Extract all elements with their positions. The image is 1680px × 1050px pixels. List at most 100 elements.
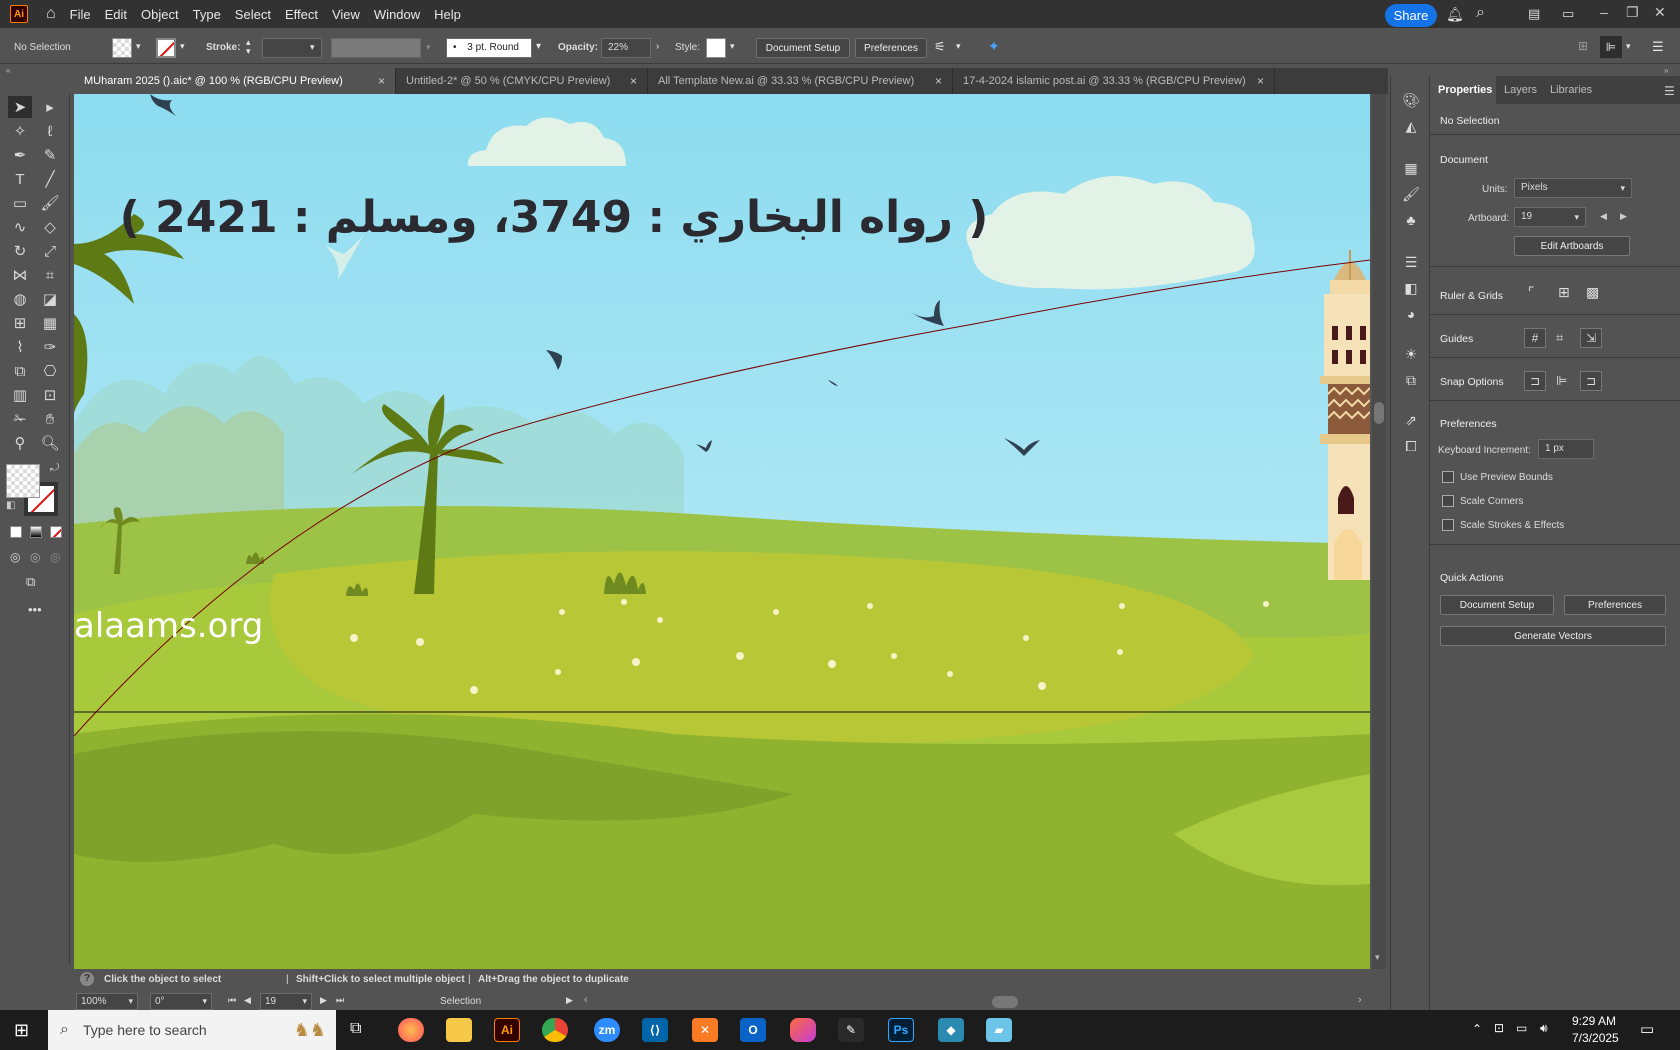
graphic-styles-icon[interactable]: ⧉	[1401, 370, 1421, 390]
width-tool-icon[interactable]: ⋈	[8, 264, 32, 286]
qa-document-setup-button[interactable]: Document Setup	[1440, 595, 1554, 615]
grid-icon[interactable]: ⊞	[1558, 284, 1570, 301]
type-tool-icon[interactable]: T	[8, 168, 32, 190]
windows-start-icon[interactable]: ⊞	[14, 1020, 29, 1041]
curvature-tool-icon[interactable]: ✎	[38, 144, 62, 166]
tab-libraries[interactable]: Libraries	[1550, 84, 1592, 96]
clock-time[interactable]: 9:29 AM	[1572, 1014, 1616, 1028]
arrange-icon[interactable]: ▭	[1562, 6, 1574, 22]
zoom-app-icon[interactable]: zm	[594, 1018, 620, 1042]
first-artboard-icon[interactable]: ⏮	[228, 995, 236, 1006]
appearance-icon[interactable]: ☀	[1401, 344, 1421, 364]
opacity-input[interactable]: 22%	[601, 38, 651, 58]
minimize-icon[interactable]: –	[1600, 4, 1608, 20]
tab-layers[interactable]: Layers	[1504, 84, 1537, 96]
qa-preferences-button[interactable]: Preferences	[1564, 595, 1666, 615]
artboard-canvas[interactable]: ( رواه البخاري : 3749، ومسلم : 2421 ) al…	[74, 94, 1370, 969]
stroke-panel-icon[interactable]: ☰	[1401, 252, 1421, 272]
use-preview-bounds-checkbox[interactable]: Use Preview Bounds	[1442, 471, 1553, 483]
file-explorer-icon[interactable]	[446, 1018, 472, 1042]
export-icon[interactable]: ⇗	[1401, 410, 1421, 430]
bell-icon[interactable]: 🔔︎	[1446, 6, 1464, 23]
previous-artboard-icon[interactable]: ◀	[1600, 211, 1607, 222]
recolor-icon[interactable]: ✦	[988, 38, 1000, 55]
scroll-right-icon[interactable]: ›	[1358, 994, 1362, 1006]
notes-app-icon[interactable]: ▰	[986, 1018, 1012, 1042]
help-icon[interactable]: ?	[80, 972, 94, 986]
transparency-grid-icon[interactable]: ▩	[1586, 284, 1599, 301]
vertical-scroll-thumb[interactable]	[1374, 402, 1384, 424]
rectangle-tool-icon[interactable]: ▭	[8, 192, 32, 214]
previous-artboard-icon[interactable]: ◀	[244, 995, 251, 1006]
chevron-down-icon[interactable]: ▾	[310, 42, 315, 53]
notifications-icon[interactable]: ▭	[1640, 1020, 1654, 1038]
close-icon[interactable]: ×	[1257, 74, 1264, 88]
menu-view[interactable]: View	[332, 7, 360, 22]
column-graph-tool-icon[interactable]: ▥	[8, 384, 32, 406]
menu-window[interactable]: Window	[374, 7, 420, 22]
close-icon[interactable]: ×	[935, 74, 942, 88]
monitor-icon[interactable]: ▭	[1516, 1021, 1527, 1035]
checkbox-box[interactable]	[1442, 471, 1454, 483]
mesh-tool-icon[interactable]: ⊞	[8, 312, 32, 334]
draw-normal-icon[interactable]: ◎	[10, 550, 20, 564]
smart-guides-icon[interactable]: ⇲	[1580, 328, 1602, 348]
free-transform-tool-icon[interactable]: ⌗	[38, 264, 62, 286]
firefox-icon[interactable]	[398, 1018, 424, 1042]
search-icon[interactable]: ⌕	[1476, 4, 1485, 22]
pen-app-icon[interactable]: ✎	[838, 1018, 864, 1042]
panel-menu-icon[interactable]: ☰	[1664, 84, 1675, 98]
preferences-button[interactable]: Preferences	[855, 38, 927, 58]
menu-icon[interactable]: ☰	[1652, 39, 1664, 55]
color-panel-icon[interactable]: 🎨︎	[1401, 90, 1421, 110]
swatches-icon[interactable]: ▦	[1401, 158, 1421, 178]
scroll-left-icon[interactable]: ‹	[584, 994, 588, 1006]
shaper-tool-icon[interactable]: ∿	[8, 216, 32, 238]
document-setup-button[interactable]: Document Setup	[756, 38, 850, 58]
volume-icon[interactable]: 🔊︎	[1540, 1021, 1548, 1036]
tab-untitled-2[interactable]: Untitled-2* @ 50 % (CMYK/CPU Preview) ×	[396, 68, 648, 94]
checkbox-box[interactable]	[1442, 519, 1454, 531]
eyedropper-tool-icon[interactable]: ⌇	[8, 336, 32, 358]
blend-tool-icon[interactable]: ⧉	[8, 360, 32, 382]
more-tools-icon[interactable]: •••	[28, 602, 42, 617]
network-icon[interactable]: ⊡	[1494, 1021, 1504, 1035]
checkbox-box[interactable]	[1442, 495, 1454, 507]
symbols-icon[interactable]: ♣	[1401, 210, 1421, 230]
status-menu-icon[interactable]: ▶	[566, 995, 573, 1006]
measure-tool-icon[interactable]: ✑	[38, 336, 62, 358]
artboard-number-select[interactable]: 19 ▾	[260, 993, 312, 1010]
variable-width-profile[interactable]	[331, 38, 421, 58]
vertical-scrollbar[interactable]: ▾	[1372, 94, 1386, 969]
swap-icon[interactable]: ⤾	[50, 462, 59, 475]
vscode-icon[interactable]: ⟨⟩	[642, 1018, 668, 1042]
pen-tool-icon[interactable]: ✒	[8, 144, 32, 166]
taskbar-search[interactable]: ⌕ Type here to search ♞♞	[48, 1010, 336, 1050]
close-icon[interactable]: ✕	[1654, 4, 1666, 21]
tab-properties[interactable]: Properties	[1438, 84, 1492, 96]
home-icon[interactable]: ⌂	[46, 5, 56, 23]
units-select[interactable]: Pixels ▾	[1514, 178, 1632, 198]
outlook-icon[interactable]: O	[740, 1018, 766, 1042]
color-mode-button[interactable]	[10, 526, 22, 538]
snap-to-point-icon[interactable]: ⊐	[1524, 371, 1546, 391]
default-colors-icon[interactable]: ◧	[6, 500, 15, 511]
chevron-right-icon[interactable]: ›	[656, 41, 659, 52]
clock-date[interactable]: 7/3/2025	[1572, 1031, 1619, 1045]
chrome-icon[interactable]	[542, 1018, 568, 1042]
artboard-tool-icon[interactable]: ⊡	[38, 384, 62, 406]
generate-vectors-button[interactable]: Generate Vectors	[1440, 626, 1666, 646]
share-button[interactable]: Share	[1385, 4, 1437, 27]
next-artboard-icon[interactable]: ▶	[1620, 211, 1627, 222]
perspective-grid-tool-icon[interactable]: ◪	[38, 288, 62, 310]
scale-tool-icon[interactable]: ⤢	[38, 240, 62, 262]
brushes-icon[interactable]: 🖌︎	[1401, 184, 1421, 204]
align-icon[interactable]: ⚟	[934, 39, 946, 55]
draw-behind-icon[interactable]: ◎	[30, 550, 40, 564]
snap-to-glyph-icon[interactable]: ⊐	[1580, 371, 1602, 391]
stroke-swatch[interactable]	[156, 38, 176, 58]
color-guide-icon[interactable]: ◭	[1401, 116, 1421, 136]
selection-tool-icon[interactable]: ➤	[8, 96, 32, 118]
brush-definition[interactable]: • 3 pt. Round	[446, 38, 532, 58]
creative-cloud-icon[interactable]	[790, 1018, 816, 1042]
